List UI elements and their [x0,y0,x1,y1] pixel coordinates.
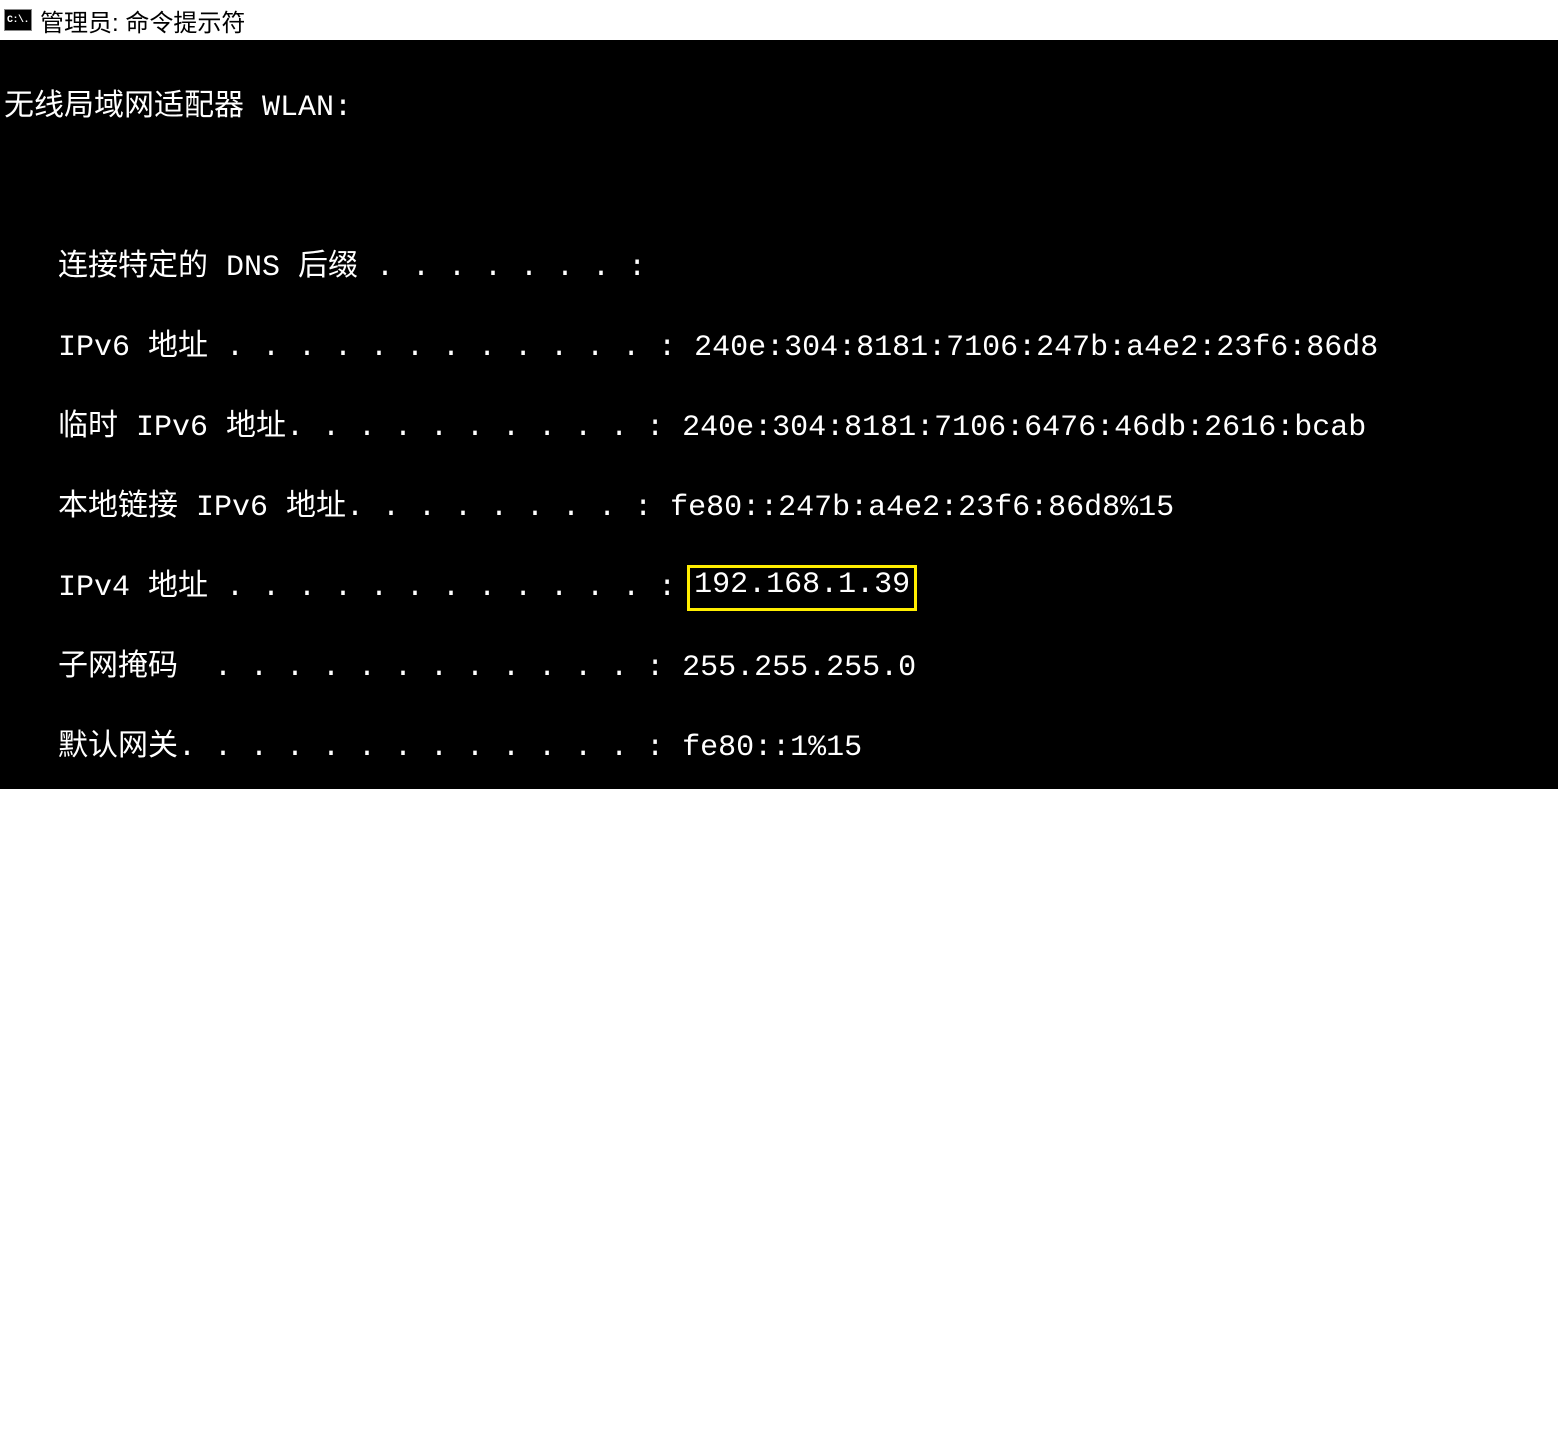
gateway-label: 默认网关. . . . . . . . . . . . . : [4,728,682,768]
ipv6-label: IPv6 地址 . . . . . . . . . . . . : [4,328,694,368]
dns-suffix-row: 连接特定的 DNS 后缀 . . . . . . . : [4,248,1554,288]
link-local-ipv6-label: 本地链接 IPv6 地址. . . . . . . . : [4,488,670,528]
media-state-label: 媒体状态 . . . . . . . . . . . . : [4,1128,682,1168]
cmd-icon-text: C:\. [7,15,29,26]
window-titlebar[interactable]: C:\. 管理员: 命令提示符 [0,0,1558,40]
gateway2-value: 192.168.1.1 [706,808,904,848]
terminal-output[interactable]: 无线局域网适配器 WLAN: 连接特定的 DNS 后缀 . . . . . . … [0,40,1558,789]
ipv4-row: IPv4 地址 . . . . . . . . . . . . : 192.16… [4,568,1554,608]
media-state-value: 媒体已断开连接 [682,1128,892,1168]
ipv4-value: 192.168.1.39 [694,568,910,602]
gateway-value: fe80::1%15 [682,728,862,768]
ipv6-row: IPv6 地址 . . . . . . . . . . . . : 240e:3… [4,328,1554,368]
gateway2-row: 192.168.1.1 [4,808,1554,848]
gateway-row: 默认网关. . . . . . . . . . . . . : fe80::1%… [4,728,1554,768]
ipv6-value: 240e:304:8181:7106:247b:a4e2:23f6:86d8 [694,328,1378,368]
subnet-value: 255.255.255.0 [682,648,916,688]
subnet-row: 子网掩码 . . . . . . . . . . . . : 255.255.2… [4,648,1554,688]
temp-ipv6-row: 临时 IPv6 地址. . . . . . . . . . : 240e:304… [4,408,1554,448]
temp-ipv6-value: 240e:304:8181:7106:6476:46db:2616:bcab [682,408,1366,448]
bluetooth-adapter-header: 以太网适配器 蓝牙网络连接: [4,968,1554,1008]
temp-ipv6-label: 临时 IPv6 地址. . . . . . . . . . : [4,408,682,448]
blank-line [4,888,1554,928]
command-prompt: C:\Users\Administrator> [4,1368,418,1408]
window-title: 管理员: 命令提示符 [40,3,245,38]
blank-line [4,1048,1554,1088]
link-local-ipv6-value: fe80::247b:a4e2:23f6:86d8%15 [670,488,1174,528]
gateway2-label [4,808,706,848]
subnet-label: 子网掩码 . . . . . . . . . . . . : [4,648,682,688]
ipv4-label: IPv4 地址 . . . . . . . . . . . . : [4,568,694,608]
media-state-row: 媒体状态 . . . . . . . . . . . . : 媒体已断开连接 [4,1128,1554,1168]
link-local-ipv6-row: 本地链接 IPv6 地址. . . . . . . . : fe80::247b… [4,488,1554,528]
prompt-row[interactable]: C:\Users\Administrator> [4,1368,1554,1408]
wlan-adapter-header: 无线局域网适配器 WLAN: [4,88,1554,128]
cmd-icon: C:\. [4,9,32,31]
dns-suffix-label: 连接特定的 DNS 后缀 . . . . . . . : [4,248,646,288]
ipv4-highlight-box: 192.168.1.39 [687,565,917,611]
blank-line [4,1288,1554,1328]
bt-dns-suffix-label: 连接特定的 DNS 后缀 . . . . . . . : [4,1208,646,1248]
bt-dns-suffix-row: 连接特定的 DNS 后缀 . . . . . . . : [4,1208,1554,1248]
blank-line [4,168,1554,208]
